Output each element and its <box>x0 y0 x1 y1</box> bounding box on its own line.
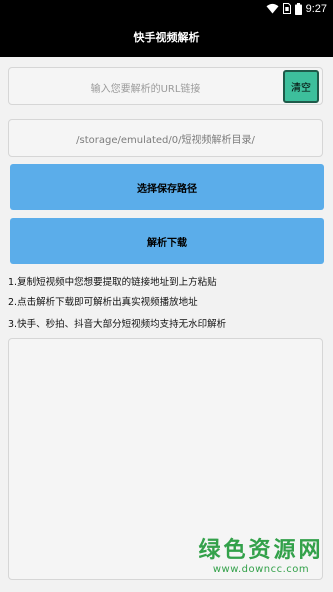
title-bar: 快手视频解析 <box>0 17 333 57</box>
status-bar: 9:27 <box>0 0 333 17</box>
save-path-field[interactable]: /storage/emulated/0/短视频解析目录/ <box>8 119 323 157</box>
result-output-area[interactable] <box>8 338 323 580</box>
sim-icon <box>282 3 291 14</box>
status-icons: 9:27 <box>266 1 327 16</box>
status-time: 9:27 <box>305 2 327 15</box>
save-path-value: /storage/emulated/0/短视频解析目录/ <box>76 134 255 146</box>
choose-save-path-button[interactable]: 选择保存路径 <box>10 164 324 210</box>
instruction-1: 1.复制短视频中您想要提取的链接地址到上方粘贴 <box>8 277 217 288</box>
parse-download-button[interactable]: 解析下载 <box>10 218 324 264</box>
wifi-icon <box>266 3 279 14</box>
instruction-3: 3.快手、秒拍、抖音大部分短视频均支持无水印解析 <box>8 319 227 330</box>
url-input-placeholder: 输入您要解析的URL链接 <box>90 84 201 95</box>
url-input[interactable]: 输入您要解析的URL链接 <box>8 67 323 105</box>
battery-icon <box>294 2 302 15</box>
page-title: 快手视频解析 <box>133 31 200 44</box>
clear-button[interactable]: 清空 <box>283 70 319 103</box>
instruction-2: 2.点击解析下载即可解析出真实视频播放地址 <box>8 297 198 308</box>
